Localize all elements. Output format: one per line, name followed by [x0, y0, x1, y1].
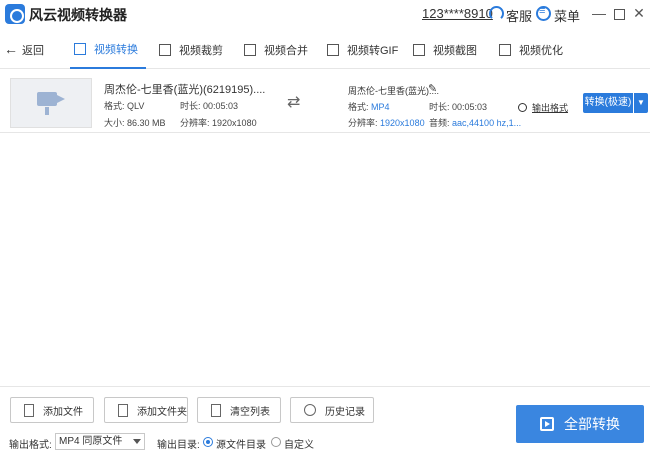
- tab-label: 视频优化: [519, 45, 563, 57]
- menu-icon[interactable]: [536, 5, 551, 21]
- target-format: 格式: MP4: [348, 100, 390, 113]
- convert-all-button[interactable]: 全部转换: [516, 405, 644, 443]
- arrow-left-icon: ←: [4, 41, 18, 57]
- target-audio-label: 音频:: [429, 118, 450, 128]
- clear-list-button[interactable]: 清空列表: [197, 397, 281, 423]
- history-button[interactable]: 历史记录: [290, 397, 374, 423]
- tab-video-optimize[interactable]: 视频优化: [495, 31, 567, 69]
- camera-stand: [45, 107, 49, 115]
- bottom-toolbar: 添加文件 添加文件夹 清空列表 历史记录 全部转换 输出格式: MP4 同原文件…: [0, 386, 650, 452]
- output-format-value: MP4 同原文件: [59, 436, 123, 447]
- maximize-button[interactable]: [610, 4, 628, 22]
- back-label: 返回: [22, 45, 44, 57]
- close-button[interactable]: ✕: [630, 4, 648, 22]
- tab-video-crop[interactable]: 视频裁剪: [155, 31, 227, 69]
- source-size-value: 86.30 MB: [127, 118, 166, 128]
- title-bar: 风云视频转换器 123****8910 客服 菜单 — ✕: [0, 0, 650, 28]
- custom-dir-label[interactable]: 自定义: [284, 436, 314, 451]
- tab-label: 视频裁剪: [179, 45, 223, 57]
- target-format-label: 格式:: [348, 102, 369, 112]
- video-thumbnail: [10, 78, 92, 128]
- source-format: 格式: QLV: [104, 99, 144, 112]
- tab-label: 视频转GIF: [347, 45, 399, 57]
- output-format-label: 输出格式:: [9, 440, 52, 451]
- output-format-select[interactable]: MP4 同原文件: [55, 433, 145, 450]
- target-resolution-label: 分辨率:: [348, 118, 378, 128]
- source-file-name: 周杰伦-七里香(蓝光)(6219195)....: [104, 84, 266, 96]
- source-size: 大小: 86.30 MB: [104, 116, 166, 129]
- folder-icon: [118, 403, 128, 417]
- add-folder-button[interactable]: 添加文件夹: [104, 397, 188, 423]
- shuffle-icon: ⇄: [287, 94, 301, 111]
- minimize-button[interactable]: —: [590, 4, 608, 22]
- clear-list-label: 清空列表: [230, 406, 270, 418]
- source-duration-label: 时长:: [180, 101, 201, 111]
- source-format-label: 格式:: [104, 101, 125, 111]
- add-file-button[interactable]: 添加文件: [10, 397, 94, 423]
- convert-all-label: 全部转换: [564, 416, 620, 432]
- convert-dropdown-button[interactable]: ▼: [634, 93, 648, 113]
- target-resolution: 分辨率: 1920x1080: [348, 116, 425, 129]
- tab-label: 视频转换: [94, 44, 138, 56]
- target-duration-value: 00:05:03: [452, 102, 488, 112]
- menu-button[interactable]: 菜单: [554, 6, 580, 25]
- source-duration-value: 00:05:03: [203, 101, 239, 111]
- target-duration: 时长: 00:05:03: [429, 100, 487, 113]
- back-button[interactable]: ← 返回: [4, 41, 44, 58]
- output-format-link-label: 输出格式: [532, 103, 569, 113]
- source-size-label: 大小:: [104, 118, 125, 128]
- video-merge-icon: [244, 44, 256, 56]
- tab-video-to-gif[interactable]: 视频转GIF: [323, 31, 402, 69]
- file-icon: [24, 403, 34, 417]
- source-duration: 时长: 00:05:03: [180, 99, 238, 112]
- source-format-value: QLV: [127, 101, 145, 111]
- play-icon: [540, 417, 554, 431]
- source-resolution-label: 分辨率:: [180, 118, 210, 128]
- convert-button[interactable]: 转换(极速): [583, 93, 633, 113]
- video-camera-icon: [37, 92, 65, 106]
- tab-video-merge[interactable]: 视频合并: [240, 31, 312, 69]
- trash-icon: [211, 403, 221, 417]
- video-crop-icon: [159, 44, 171, 56]
- source-dir-label[interactable]: 源文件目录: [216, 436, 266, 451]
- headset-icon[interactable]: [489, 6, 504, 21]
- app-logo-icon: [5, 4, 25, 24]
- target-format-value: MP4: [371, 102, 390, 112]
- target-audio: 音频: aac,44100 hz,1...: [429, 116, 521, 129]
- feature-tab-bar: ← 返回 视频转换 视频裁剪 视频合并 视频转GIF 视频截图 视频优化: [0, 31, 650, 69]
- source-resolution-value: 1920x1080: [212, 118, 257, 128]
- add-file-label: 添加文件: [43, 406, 83, 418]
- tab-video-convert[interactable]: 视频转换: [70, 31, 146, 69]
- gif-icon: [327, 44, 339, 56]
- output-dir-label: 输出目录:: [157, 440, 200, 451]
- tab-video-screenshot[interactable]: 视频截图: [409, 31, 481, 69]
- output-format-link[interactable]: 输出格式: [518, 101, 568, 114]
- target-resolution-value: 1920x1080: [380, 118, 425, 128]
- source-resolution: 分辨率: 1920x1080: [180, 116, 257, 129]
- target-audio-value: aac,44100 hz,1...: [452, 118, 522, 128]
- video-convert-icon: [74, 43, 86, 55]
- sliders-icon: [499, 44, 511, 56]
- chevron-down-icon: [133, 439, 141, 444]
- custom-dir-radio[interactable]: [271, 437, 281, 447]
- target-duration-label: 时长:: [429, 102, 450, 112]
- clock-icon: [304, 404, 316, 416]
- settings-icon: [518, 103, 527, 112]
- tab-label: 视频合并: [264, 45, 308, 57]
- task-row: 周杰伦-七里香(蓝光)(6219195).... 格式: QLV 时长: 00:…: [0, 73, 650, 133]
- screenshot-icon: [413, 44, 425, 56]
- account-link[interactable]: 123****8910: [422, 6, 493, 21]
- app-title: 风云视频转换器: [29, 7, 127, 23]
- target-file-name: 周杰伦-七里香(蓝光)....: [348, 86, 439, 96]
- add-folder-label: 添加文件夹: [137, 406, 187, 418]
- pencil-icon[interactable]: ✎: [428, 82, 437, 95]
- tab-label: 视频截图: [433, 45, 477, 57]
- history-label: 历史记录: [325, 406, 365, 418]
- source-dir-radio[interactable]: [203, 437, 213, 447]
- customer-service-button[interactable]: 客服: [506, 6, 532, 25]
